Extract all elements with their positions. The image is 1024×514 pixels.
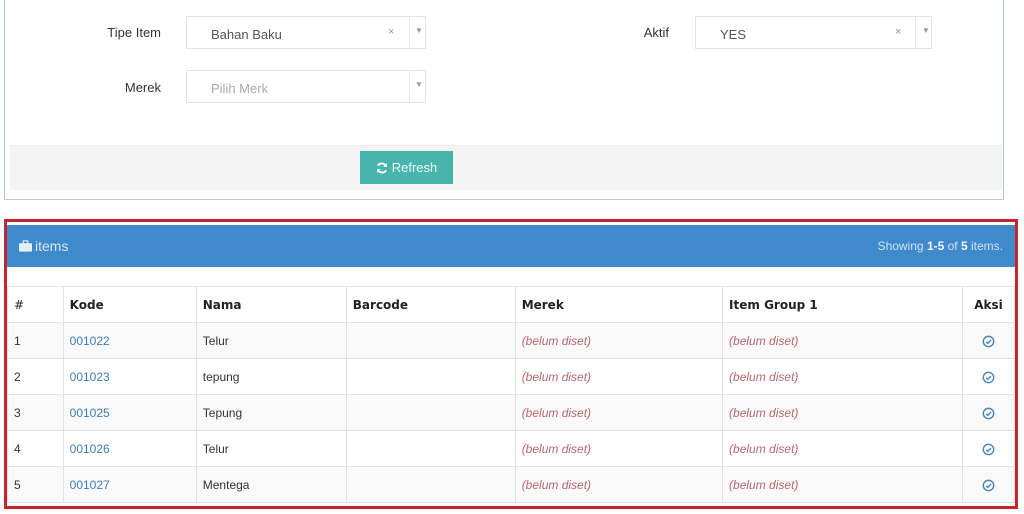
row-nama: tepung xyxy=(195,358,347,395)
row-number: 1 xyxy=(7,322,64,359)
row-item-group: (belum diset) xyxy=(722,394,964,431)
row-actions xyxy=(962,358,1015,395)
header-aksi: Aksi xyxy=(962,286,1015,323)
summary-suffix: items. xyxy=(967,239,1003,253)
merek-placeholder: Pilih Merk xyxy=(211,81,269,96)
row-nama: Mentega xyxy=(195,466,347,503)
row-nama: Telur xyxy=(195,322,347,359)
row-kode-link[interactable]: 001022 xyxy=(70,334,110,348)
aktif-label: Aktif xyxy=(643,25,669,40)
row-item-group: (belum diset) xyxy=(722,358,964,395)
row-actions xyxy=(962,430,1015,467)
row-number: 4 xyxy=(7,430,64,467)
header-number[interactable]: # xyxy=(7,286,64,323)
table-row: 4 001026 Telur (belum diset) (belum dise… xyxy=(7,430,1015,467)
check-circle-icon[interactable] xyxy=(982,335,995,348)
header-barcode[interactable]: Barcode xyxy=(345,286,516,323)
header-nama[interactable]: Nama xyxy=(195,286,347,323)
row-nama: Telur xyxy=(195,430,347,467)
table-row: 1 001022 Telur (belum diset) (belum dise… xyxy=(7,322,1015,359)
row-barcode xyxy=(345,430,516,467)
summary-total: 5 xyxy=(960,239,968,253)
summary-mid: of xyxy=(944,239,961,253)
panel-header: items Showing 1-5 of 5 items. xyxy=(7,225,1015,267)
chevron-down-icon[interactable]: ▼ xyxy=(415,26,423,35)
row-item-group: (belum diset) xyxy=(722,322,964,359)
briefcase-icon xyxy=(19,240,32,252)
row-kode-link[interactable]: 001023 xyxy=(70,370,110,384)
row-nama: Tepung xyxy=(195,394,347,431)
table-row: 3 001025 Tepung (belum diset) (belum dis… xyxy=(7,394,1015,431)
row-actions xyxy=(962,322,1015,359)
row-kode-link[interactable]: 001025 xyxy=(70,406,110,420)
row-barcode xyxy=(345,466,516,503)
check-circle-icon[interactable] xyxy=(982,479,995,492)
chevron-down-icon[interactable]: ▼ xyxy=(922,26,930,35)
row-merek: (belum diset) xyxy=(514,358,724,395)
chevron-down-icon[interactable]: ▼ xyxy=(415,80,423,89)
header-item-group[interactable]: Item Group 1 xyxy=(722,286,964,323)
row-number: 5 xyxy=(7,466,64,503)
tipe-item-select[interactable]: Bahan Baku × ▼ xyxy=(186,16,426,49)
header-kode[interactable]: Kode xyxy=(62,286,197,323)
row-item-group: (belum diset) xyxy=(722,430,964,467)
row-actions xyxy=(962,394,1015,431)
summary-range: 1-5 xyxy=(926,239,945,253)
aktif-value: YES xyxy=(720,27,747,42)
check-circle-icon[interactable] xyxy=(982,443,995,456)
row-kode-cell: 001027 xyxy=(62,466,197,503)
row-kode-cell: 001025 xyxy=(62,394,197,431)
row-merek: (belum diset) xyxy=(514,394,724,431)
row-barcode xyxy=(345,322,516,359)
merek-select[interactable]: Pilih Merk ▼ xyxy=(186,70,426,103)
refresh-button[interactable]: Refresh xyxy=(360,151,453,184)
pagination-summary: Showing 1-5 of 5 items. xyxy=(878,239,1003,253)
merek-label: Merek xyxy=(124,80,161,95)
row-kode-cell: 001026 xyxy=(62,430,197,467)
row-number: 3 xyxy=(7,394,64,431)
row-merek: (belum diset) xyxy=(514,430,724,467)
row-number: 2 xyxy=(7,358,64,395)
form-footer xyxy=(10,145,1002,190)
refresh-icon xyxy=(376,162,387,173)
row-actions xyxy=(962,466,1015,503)
refresh-label: Refresh xyxy=(391,160,438,175)
select-divider xyxy=(915,17,916,48)
row-kode-cell: 001022 xyxy=(62,322,197,359)
items-table: # Kode Nama Barcode Merek Item Group 1 A… xyxy=(7,286,1015,503)
table-row: 2 001023 tepung (belum diset) (belum dis… xyxy=(7,358,1015,395)
clear-icon[interactable]: × xyxy=(388,26,394,38)
header-merek[interactable]: Merek xyxy=(514,286,724,323)
row-barcode xyxy=(345,358,516,395)
items-panel: items Showing 1-5 of 5 items. # Kode Nam… xyxy=(4,219,1018,509)
row-merek: (belum diset) xyxy=(514,466,724,503)
table-row: 5 001027 Mentega (belum diset) (belum di… xyxy=(7,466,1015,503)
tipe-item-value: Bahan Baku xyxy=(211,27,282,42)
check-circle-icon[interactable] xyxy=(982,371,995,384)
row-kode-link[interactable]: 001027 xyxy=(70,478,110,492)
panel-title-text: items xyxy=(35,238,69,254)
row-barcode xyxy=(345,394,516,431)
tipe-item-label: Tipe Item xyxy=(107,25,161,40)
aktif-select[interactable]: YES × ▼ xyxy=(695,16,932,49)
clear-icon[interactable]: × xyxy=(895,26,901,38)
summary-prefix: Showing xyxy=(877,239,927,253)
check-circle-icon[interactable] xyxy=(982,407,995,420)
row-kode-cell: 001023 xyxy=(62,358,197,395)
row-item-group: (belum diset) xyxy=(722,466,964,503)
row-merek: (belum diset) xyxy=(514,322,724,359)
table-header-row: # Kode Nama Barcode Merek Item Group 1 A… xyxy=(7,286,1015,323)
select-divider xyxy=(409,17,410,48)
select-divider xyxy=(409,71,410,102)
panel-title: items xyxy=(19,238,68,254)
row-kode-link[interactable]: 001026 xyxy=(70,442,110,456)
